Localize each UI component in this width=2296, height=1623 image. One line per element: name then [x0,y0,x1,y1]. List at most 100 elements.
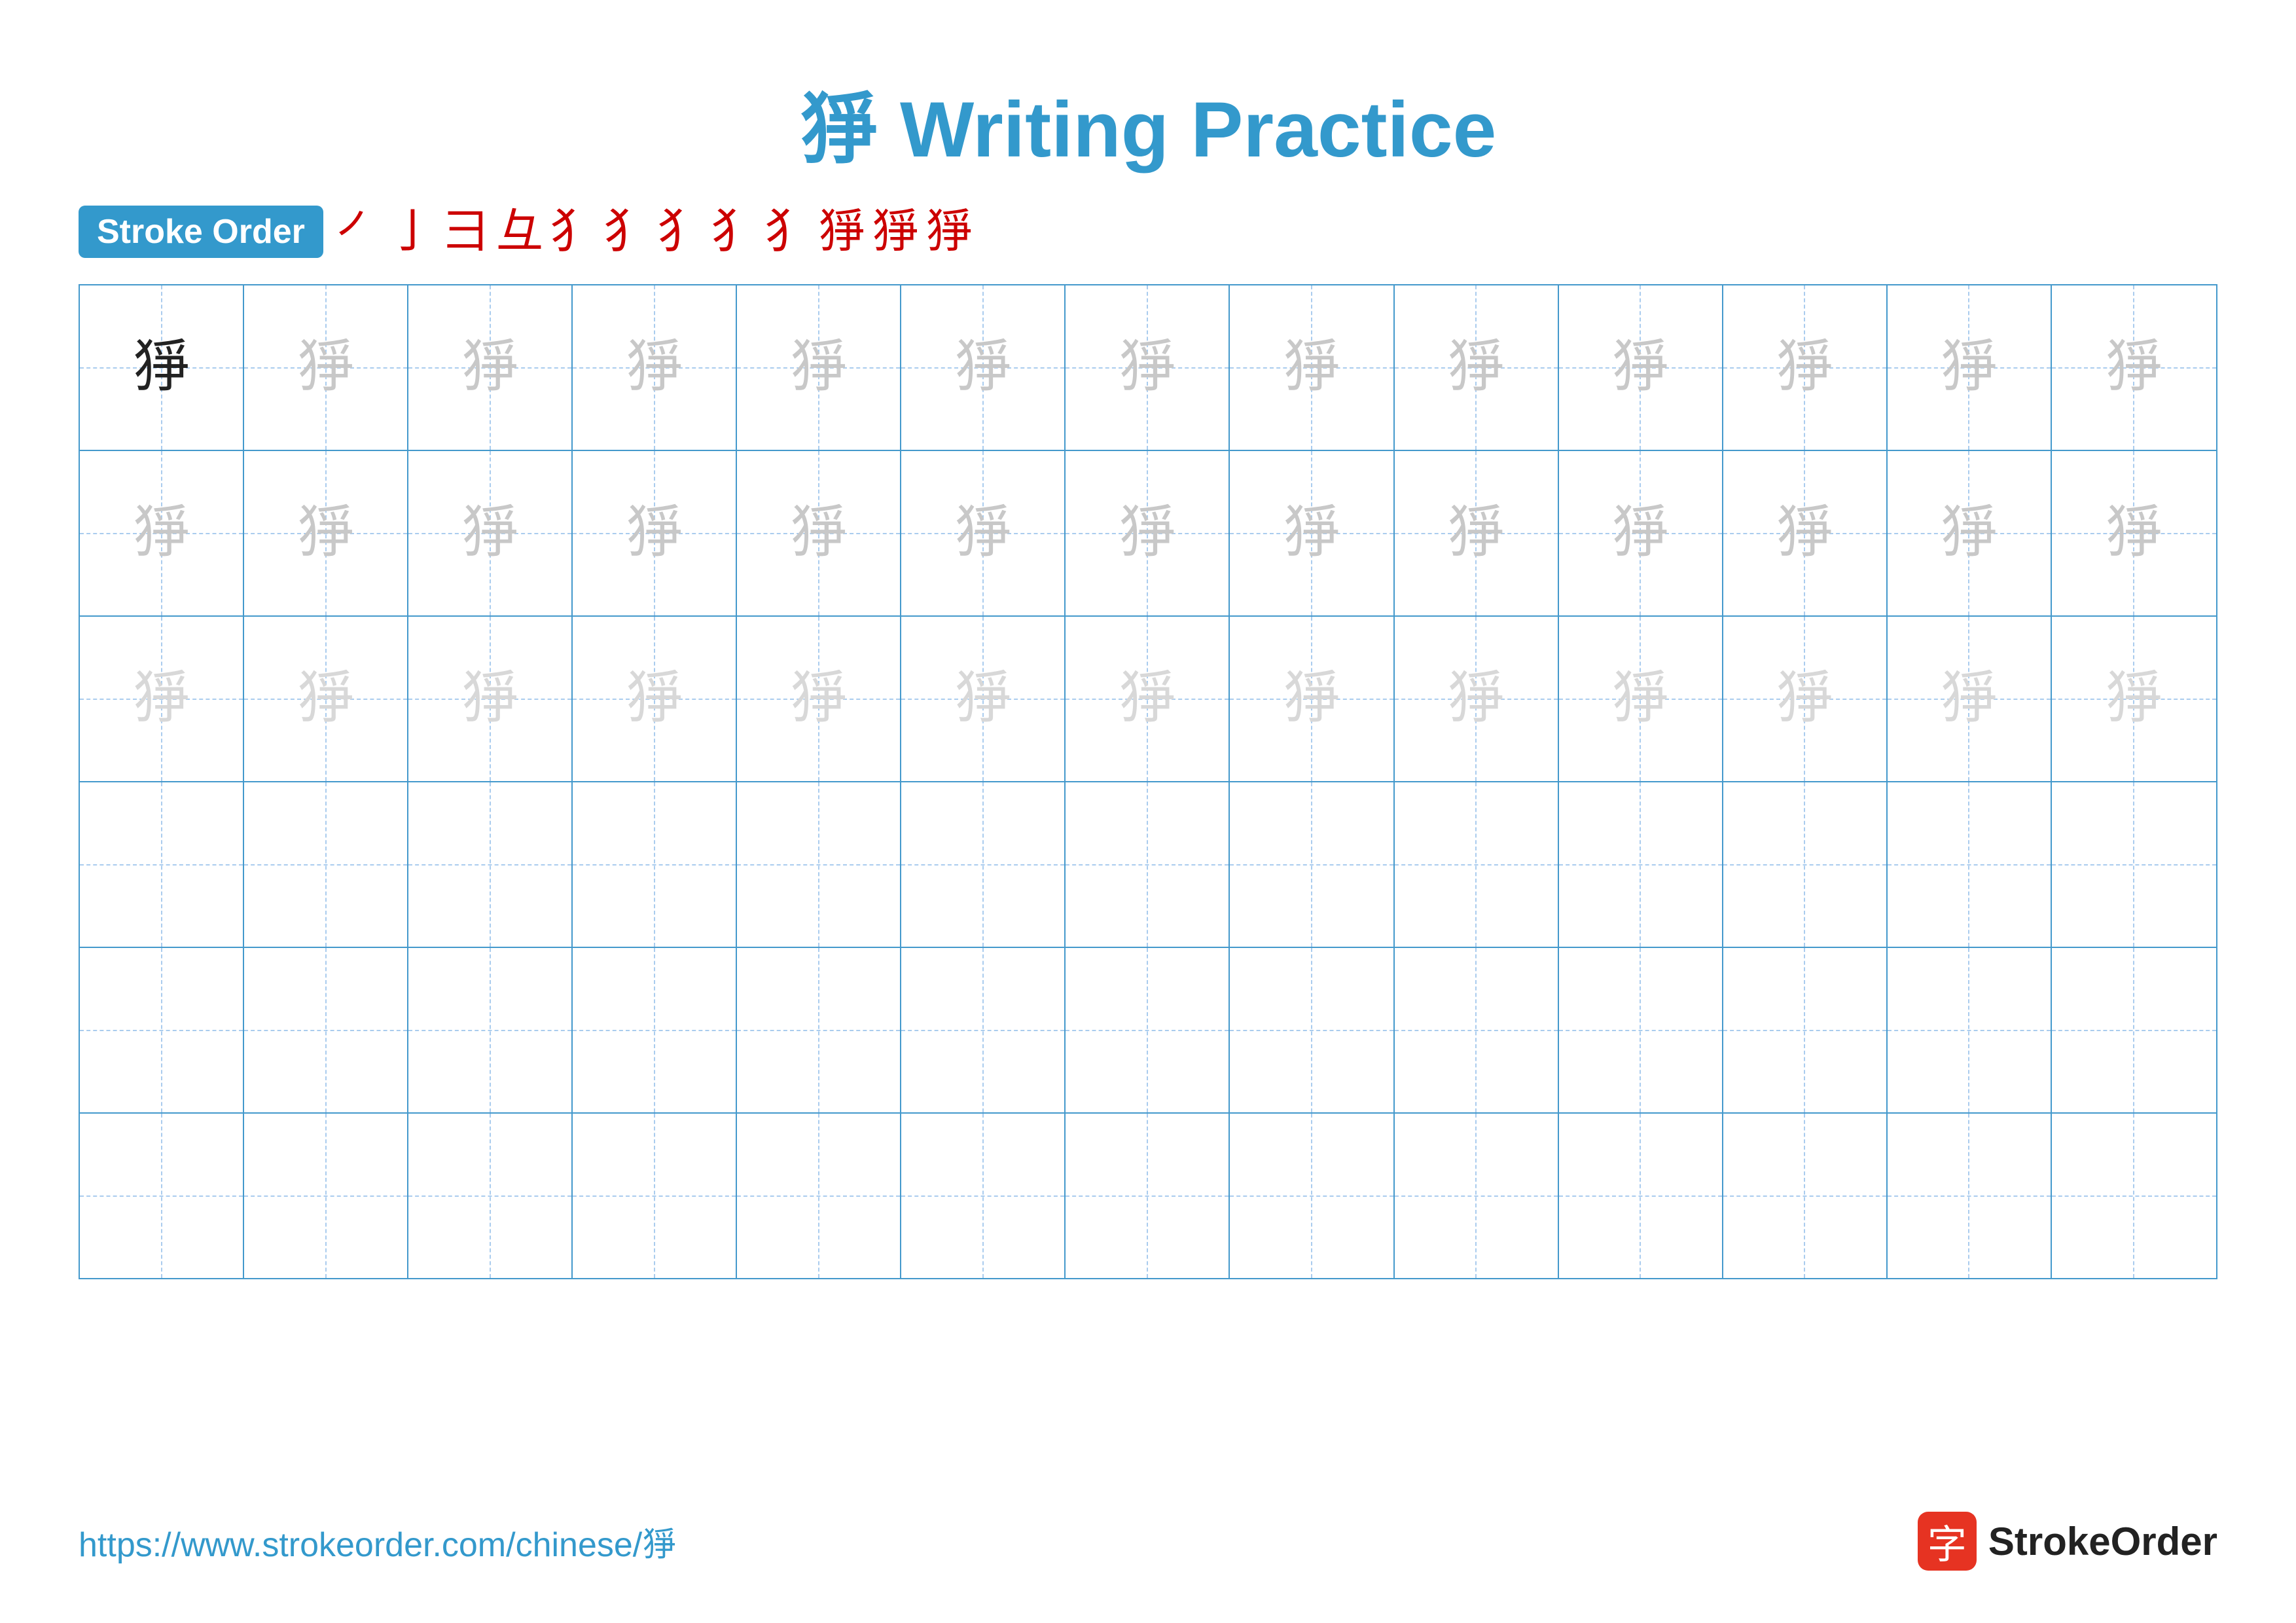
grid-cell[interactable] [1395,948,1559,1112]
grid-cell[interactable] [80,948,244,1112]
grid-cell[interactable]: 猙 [1066,285,1230,450]
cell-character: 猙 [954,505,1012,562]
stroke-step: 猙 [925,208,973,255]
cell-character: 猙 [1940,670,1998,728]
cell-character: 猙 [1447,505,1505,562]
grid-cell[interactable]: 猙 [901,451,1066,615]
grid-cell[interactable] [1230,948,1394,1112]
cell-character: 猙 [1611,670,1669,728]
grid-cell[interactable] [737,1114,901,1278]
grid-cell[interactable] [1723,948,1888,1112]
stroke-step: 犭 [550,208,597,255]
grid-cell[interactable]: 猙 [244,617,408,781]
grid-cell[interactable] [1066,1114,1230,1278]
grid-cell[interactable]: 猙 [1723,617,1888,781]
grid-cell[interactable]: 猙 [80,617,244,781]
grid-cell[interactable] [244,1114,408,1278]
grid-cell[interactable]: 猙 [1066,617,1230,781]
footer-url: https://www.strokeorder.com/chinese/猙 [79,1517,676,1566]
grid-cell[interactable]: 猙 [901,285,1066,450]
grid-cell[interactable]: 猙 [737,285,901,450]
grid-cell[interactable] [80,782,244,947]
grid-cell[interactable] [1888,782,2052,947]
cell-character: 猙 [790,339,848,397]
grid-cell[interactable]: 猙 [1230,451,1394,615]
grid-cell[interactable]: 猙 [737,451,901,615]
practice-grid: 猙猙猙猙猙猙猙猙猙猙猙猙猙猙猙猙猙猙猙猙猙猙猙猙猙猙猙猙猙猙猙猙猙猙猙猙猙猙猙 [79,284,2217,1279]
grid-cell[interactable] [737,948,901,1112]
grid-cell[interactable] [1723,782,1888,947]
cell-character: 猙 [1940,505,1998,562]
grid-cell[interactable]: 猙 [2052,285,2216,450]
grid-cell[interactable]: 猙 [80,285,244,450]
stroke-step: 犭 [603,208,651,255]
cell-character: 猙 [461,339,519,397]
cell-character: 猙 [1283,339,1340,397]
grid-cell[interactable] [80,1114,244,1278]
grid-cell[interactable] [1395,782,1559,947]
grid-cell[interactable] [1230,1114,1394,1278]
grid-cell[interactable]: 猙 [1230,285,1394,450]
grid-cell[interactable]: 猙 [1559,617,1723,781]
grid-cell[interactable] [1559,1114,1723,1278]
grid-cell[interactable]: 猙 [573,285,737,450]
grid-cell[interactable] [2052,948,2216,1112]
grid-cell[interactable] [408,782,573,947]
grid-cell[interactable]: 猙 [1230,617,1394,781]
grid-cell[interactable]: 猙 [1559,285,1723,450]
grid-cell[interactable] [737,782,901,947]
grid-cell[interactable] [1066,782,1230,947]
grid-cell[interactable] [901,948,1066,1112]
grid-cell[interactable] [244,782,408,947]
grid-cell[interactable] [2052,1114,2216,1278]
grid-cell[interactable]: 猙 [1888,285,2052,450]
grid-cell[interactable]: 猙 [244,451,408,615]
grid-cell[interactable]: 猙 [573,451,737,615]
cell-character: 猙 [1447,339,1505,397]
grid-cell[interactable] [1559,948,1723,1112]
grid-cell[interactable]: 猙 [1066,451,1230,615]
grid-cell[interactable] [1066,948,1230,1112]
grid-cell[interactable]: 猙 [901,617,1066,781]
grid-cell[interactable]: 猙 [408,285,573,450]
grid-cell[interactable] [901,1114,1066,1278]
grid-cell[interactable]: 猙 [244,285,408,450]
grid-cell[interactable]: 猙 [408,617,573,781]
cell-character: 猙 [133,339,190,397]
grid-cell[interactable]: 猙 [1559,451,1723,615]
grid-row: 猙猙猙猙猙猙猙猙猙猙猙猙猙 [80,285,2216,451]
cell-character: 猙 [1283,505,1340,562]
grid-cell[interactable]: 猙 [1888,451,2052,615]
grid-cell[interactable]: 猙 [1395,617,1559,781]
grid-cell[interactable]: 猙 [1888,617,2052,781]
grid-cell[interactable]: 猙 [408,451,573,615]
grid-cell[interactable] [1888,1114,2052,1278]
grid-cell[interactable]: 猙 [1395,451,1559,615]
grid-cell[interactable] [2052,782,2216,947]
cell-character: 猙 [1119,339,1176,397]
grid-cell[interactable]: 猙 [1723,285,1888,450]
grid-cell[interactable]: 猙 [80,451,244,615]
cell-character: 猙 [626,339,683,397]
grid-cell[interactable] [244,948,408,1112]
grid-cell[interactable]: 猙 [2052,617,2216,781]
grid-cell[interactable]: 猙 [737,617,901,781]
grid-cell[interactable] [573,1114,737,1278]
grid-cell[interactable] [573,782,737,947]
grid-cell[interactable] [408,1114,573,1278]
grid-cell[interactable]: 猙 [573,617,737,781]
grid-cell[interactable] [1395,1114,1559,1278]
grid-cell[interactable] [1559,782,1723,947]
cell-character: 猙 [954,339,1012,397]
grid-cell[interactable]: 猙 [1723,451,1888,615]
grid-cell[interactable] [901,782,1066,947]
grid-cell[interactable]: 猙 [1395,285,1559,450]
grid-cell[interactable] [1230,782,1394,947]
grid-cell[interactable]: 猙 [2052,451,2216,615]
grid-cell[interactable] [1723,1114,1888,1278]
cell-character: 猙 [2105,670,2162,728]
grid-cell[interactable] [1888,948,2052,1112]
cell-character: 猙 [133,505,190,562]
grid-cell[interactable] [573,948,737,1112]
grid-cell[interactable] [408,948,573,1112]
